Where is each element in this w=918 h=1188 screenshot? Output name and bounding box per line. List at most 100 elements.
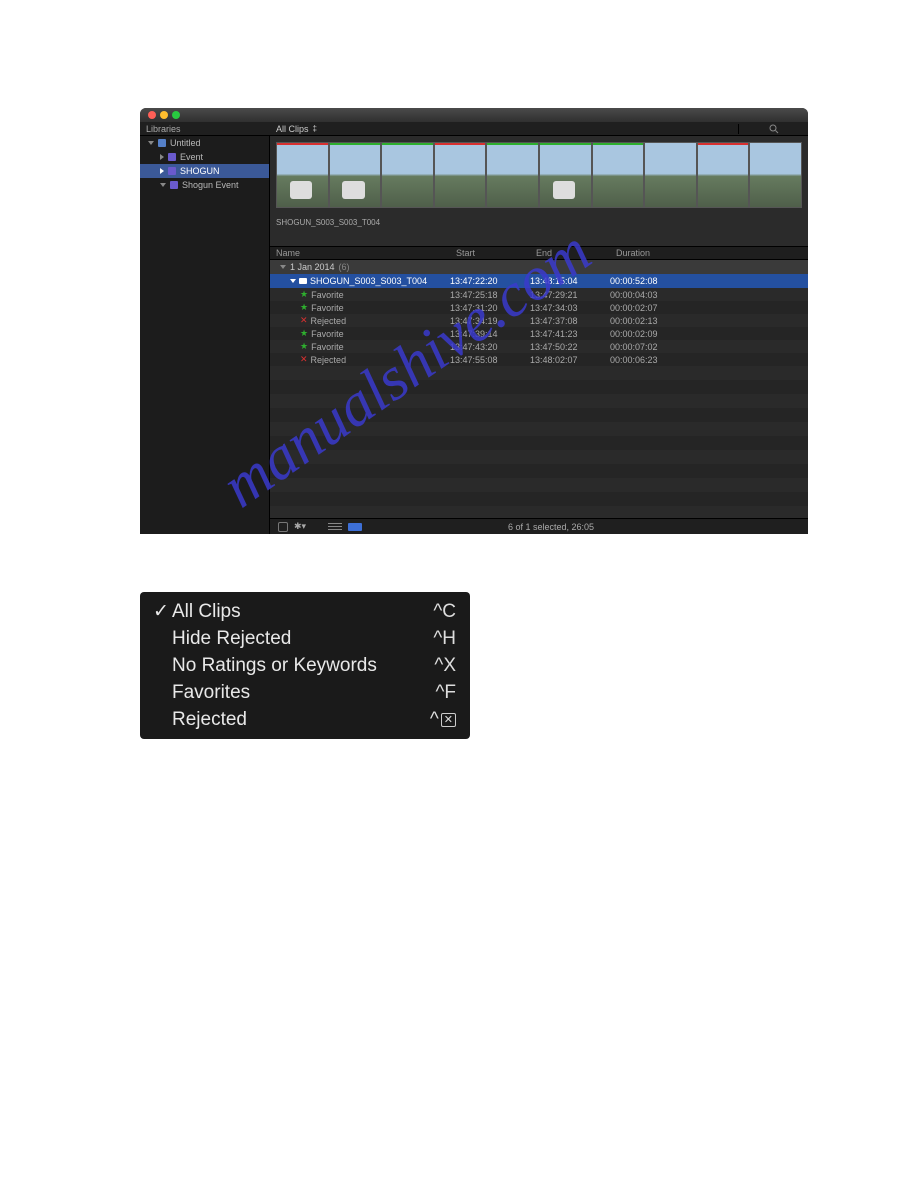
clip-start: 13:47:55:08 [450,355,530,365]
menu-item-label: All Clips [172,601,433,623]
rating-label: Favorite [311,290,344,300]
filmstrip-thumb[interactable] [276,142,329,208]
filmstrip-thumb[interactable] [644,142,697,208]
clip-duration: 00:00:06:23 [610,355,700,365]
clip-end: 13:47:41:23 [530,329,610,339]
filmstrip-thumb[interactable] [381,142,434,208]
empty-list-area [270,366,808,518]
sidebar-item-shogun[interactable]: SHOGUN [140,164,269,178]
rating-label: Rejected [311,355,347,365]
menu-item-favorites[interactable]: Favorites ^F [140,679,470,706]
event-icon [170,181,178,189]
window-titlebar [140,108,808,122]
fcpx-window: Libraries All Clips ‡ Untitled Event [140,108,808,534]
column-end[interactable]: End [536,248,616,258]
clip-end: 13:47:50:22 [530,342,610,352]
table-row[interactable]: ✕Rejected 13:47:55:08 13:48:02:07 00:00:… [270,353,808,366]
clip-duration: 00:00:02:09 [610,329,700,339]
backspace-icon: ✕ [441,713,456,727]
libraries-label: Libraries [140,124,270,134]
chevron-right-icon [160,154,164,160]
sidebar-item-label: Event [180,152,203,162]
rejected-icon: ✕ [300,354,308,365]
filmstrip-thumb[interactable] [749,142,802,208]
filmstrip-view-icon[interactable] [328,523,342,531]
group-count: (6) [339,262,350,272]
favorite-icon: ★ [300,289,308,300]
sidebar-item-shogun-event[interactable]: Shogun Event [140,178,269,192]
clip-list: 1 Jan 2014 (6) SHOGUN_S003_S003_T004 13:… [270,260,808,518]
menu-item-label: Hide Rejected [172,628,433,650]
chevron-down-icon [148,141,154,145]
menu-item-rejected[interactable]: Rejected ^✕ [140,706,470,733]
clip-name: SHOGUN_S003_S003_T004 [310,276,427,286]
table-row[interactable]: ★Favorite 13:47:31:20 13:47:34:03 00:00:… [270,301,808,314]
clip-filter-dropdown[interactable]: All Clips [276,124,309,134]
clip-duration: 00:00:07:02 [610,342,700,352]
filmstrip-thumb[interactable] [697,142,750,208]
clip-row[interactable]: SHOGUN_S003_S003_T004 13:47:22:20 13:48:… [270,274,808,288]
menu-item-label: Rejected [172,709,430,731]
menu-item-all-clips[interactable]: ✓ All Clips ^C [140,598,470,625]
rating-label: Favorite [311,342,344,352]
filmstrip-thumb[interactable] [539,142,592,208]
filmstrip-clip-name: SHOGUN_S003_S003_T004 [276,212,802,227]
filmstrip-thumb[interactable] [486,142,539,208]
sidebar-item-label: SHOGUN [180,166,220,176]
favorite-icon: ★ [300,341,308,352]
group-row[interactable]: 1 Jan 2014 (6) [270,260,808,274]
close-icon[interactable] [148,111,156,119]
minimize-icon[interactable] [160,111,168,119]
clip-icon [299,278,307,284]
clip-start: 13:47:34:19 [450,316,530,326]
maximize-icon[interactable] [172,111,180,119]
menu-item-no-ratings[interactable]: No Ratings or Keywords ^X [140,652,470,679]
list-header: Name Start End Duration [270,246,808,260]
clip-duration: 00:00:02:07 [610,303,700,313]
filmstrip-track[interactable] [276,142,802,208]
clip-start: 13:47:39:14 [450,329,530,339]
favorite-icon: ★ [300,328,308,339]
bottom-bar: ✱▾ 6 of 1 selected, 26:05 [270,518,808,534]
table-row[interactable]: ★Favorite 13:47:39:14 13:47:41:23 00:00:… [270,327,808,340]
table-row[interactable]: ★Favorite 13:47:25:18 13:47:29:21 00:00:… [270,288,808,301]
clip-filter-menu: ✓ All Clips ^C Hide Rejected ^H No Ratin… [140,592,470,739]
menu-item-shortcut: ^X [434,655,456,677]
table-row[interactable]: ✕Rejected 13:47:34:19 13:47:37:08 00:00:… [270,314,808,327]
gear-icon[interactable]: ✱▾ [294,521,306,532]
clip-end: 13:47:37:08 [530,316,610,326]
filmstrip-thumb[interactable] [329,142,382,208]
import-icon[interactable] [278,522,288,532]
group-date: 1 Jan 2014 [290,262,335,272]
menu-item-shortcut: ^✕ [430,709,456,731]
clip-start: 13:47:25:18 [450,290,530,300]
clip-end: 13:47:34:03 [530,303,610,313]
event-icon [168,167,176,175]
sidebar-item-event[interactable]: Event [140,150,269,164]
rating-label: Rejected [311,316,347,326]
menu-item-shortcut: ^C [433,601,456,623]
column-name[interactable]: Name [276,248,456,258]
status-text: 6 of 1 selected, 26:05 [508,522,594,532]
clip-duration: 00:00:04:03 [610,290,700,300]
sidebar-library[interactable]: Untitled [140,136,269,150]
clip-start: 13:47:22:20 [450,276,530,286]
table-row[interactable]: ★Favorite 13:47:43:20 13:47:50:22 00:00:… [270,340,808,353]
menu-item-hide-rejected[interactable]: Hide Rejected ^H [140,625,470,652]
clip-start: 13:47:43:20 [450,342,530,352]
clip-end: 13:48:15:04 [530,276,610,286]
search-icon[interactable] [738,124,808,134]
filmstrip-area: SHOGUN_S003_S003_T004 [270,136,808,246]
column-duration[interactable]: Duration [616,248,706,258]
libraries-sidebar: Untitled Event SHOGUN Shogun Event [140,136,270,534]
column-start[interactable]: Start [456,248,536,258]
clip-end: 13:47:29:21 [530,290,610,300]
filmstrip-thumb[interactable] [434,142,487,208]
filmstrip-thumb[interactable] [592,142,645,208]
menu-item-shortcut: ^H [433,628,456,650]
chevron-down-icon [280,265,286,269]
favorite-icon: ★ [300,302,308,313]
rating-label: Favorite [311,329,344,339]
clip-duration: 00:00:02:13 [610,316,700,326]
list-view-icon[interactable] [348,523,362,531]
